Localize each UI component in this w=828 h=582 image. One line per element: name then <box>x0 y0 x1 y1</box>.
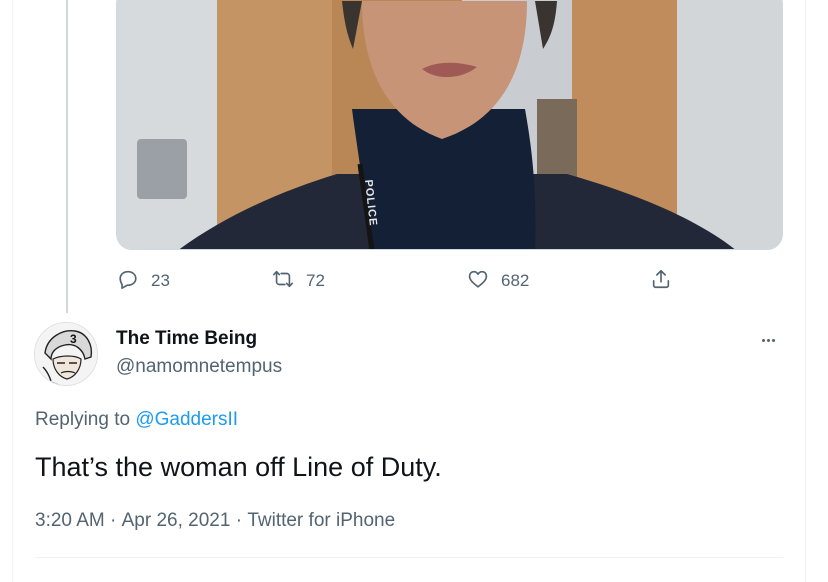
replying-to-link[interactable]: @GaddersII <box>135 409 238 430</box>
reply-count: 23 <box>151 271 170 290</box>
meta-separator: · <box>230 510 248 531</box>
tweet-time[interactable]: 3:20 AM <box>35 510 105 532</box>
avatar[interactable]: 3 <box>34 322 98 386</box>
meta-separator: · <box>104 510 122 531</box>
share-button[interactable] <box>650 266 672 296</box>
tweet-text: That’s the woman off Line of Duty. <box>35 452 442 482</box>
replying-prefix: Replying to <box>35 409 136 430</box>
retweet-count: 72 <box>306 271 325 290</box>
like-count: 682 <box>501 271 530 290</box>
like-button[interactable]: 682 <box>467 266 529 296</box>
more-icon[interactable] <box>756 328 780 352</box>
tweet-media-image[interactable]: POLICE <box>116 0 783 250</box>
like-icon <box>467 268 489 295</box>
more-dot <box>766 338 770 342</box>
more-dot <box>761 338 765 342</box>
replying-to-line: Replying to @GaddersII <box>35 409 238 431</box>
divider <box>35 557 783 558</box>
reply-icon <box>117 268 139 295</box>
display-name[interactable]: The Time Being <box>116 328 257 350</box>
media-photo <box>117 0 782 249</box>
retweet-button[interactable]: 72 <box>272 266 325 296</box>
svg-text:3: 3 <box>70 332 77 346</box>
retweet-icon <box>272 268 294 295</box>
user-handle[interactable]: @namomnetempus <box>116 356 282 378</box>
tweet-date[interactable]: Apr 26, 2021 <box>122 510 231 532</box>
avatar-illustration: 3 <box>35 323 97 385</box>
more-dot <box>771 338 775 342</box>
share-icon <box>650 268 672 295</box>
reply-button[interactable]: 23 <box>117 266 170 296</box>
tweet-source[interactable]: Twitter for iPhone <box>247 510 395 532</box>
tweet-actions-bar: 23 72 682 <box>0 266 828 296</box>
tweet-metadata: 3:20 AM · Apr 26, 2021 · Twitter for iPh… <box>35 510 395 532</box>
